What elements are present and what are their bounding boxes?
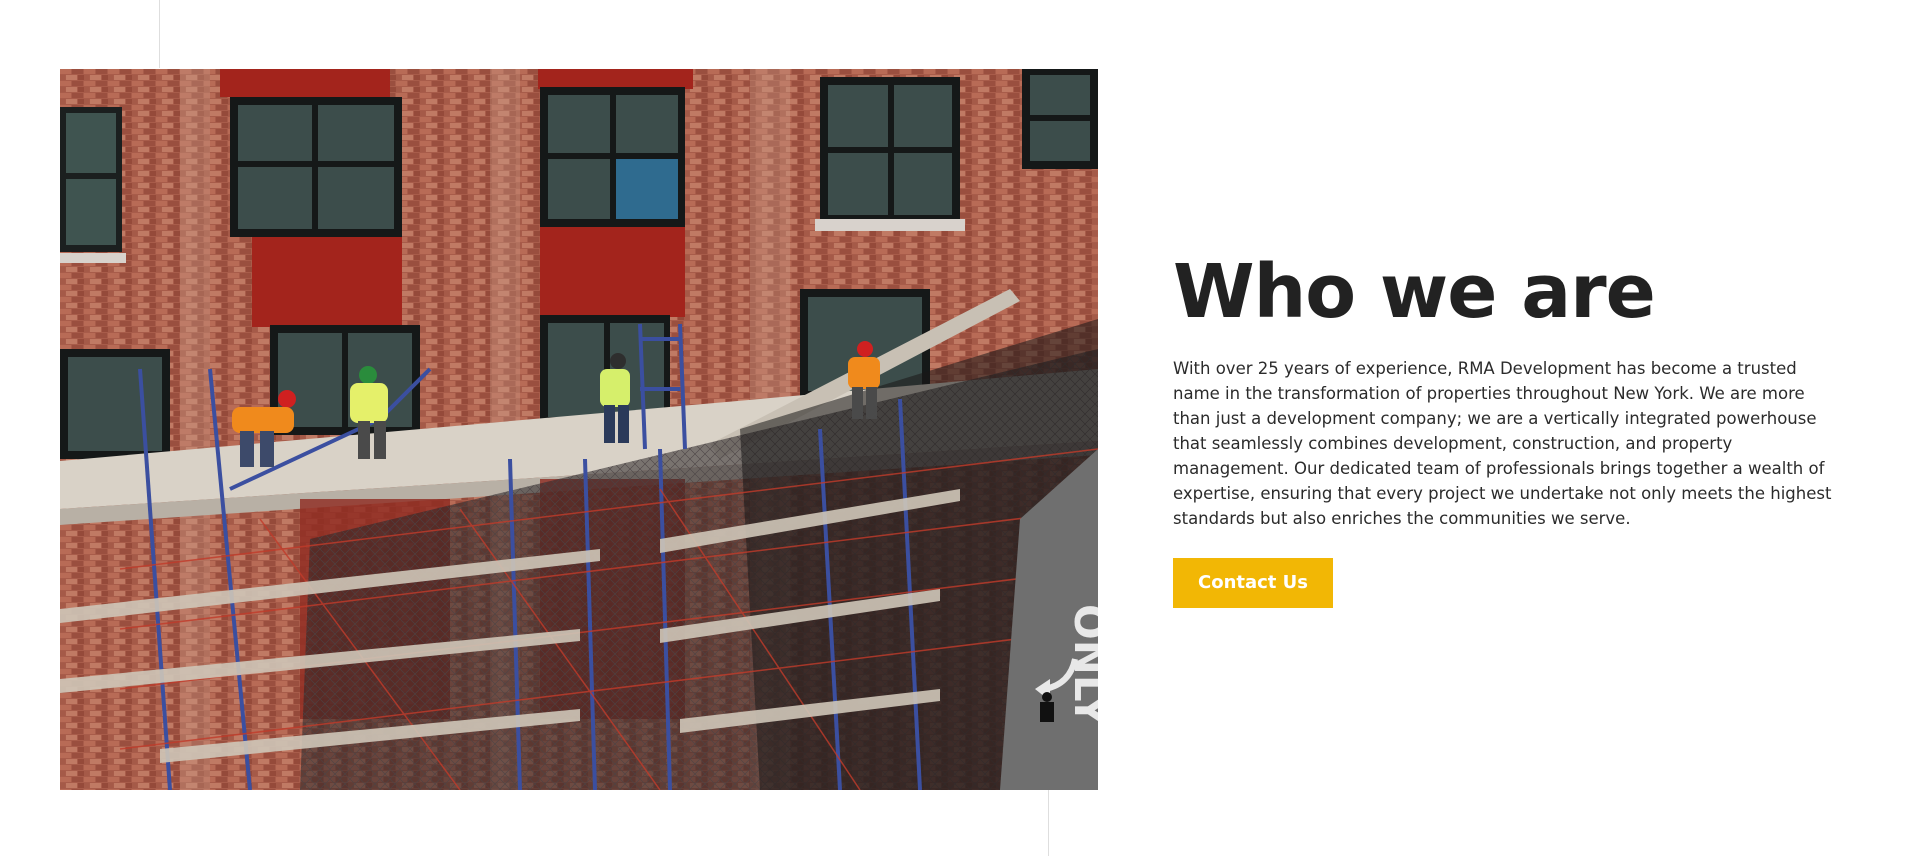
window-upper-2 [540,87,685,227]
decorative-divider-bottom [1048,790,1049,856]
pedestrian [1040,692,1054,722]
section-description: With over 25 years of experience, RMA De… [1173,359,1832,528]
window-upper-1 [230,97,402,237]
about-content: Who we are With over 25 years of experie… [1173,250,1853,608]
window-upper-3 [820,77,960,222]
road-marking-text: ONLY [1065,604,1098,726]
window-upper-4 [1022,69,1098,169]
construction-photo: ONLY [60,69,1098,790]
contact-us-button[interactable]: Contact Us [1173,558,1334,608]
who-we-are-section: ONLY Who we are With over 25 years of ex… [0,0,1920,856]
decorative-divider-top [159,0,160,68]
window-upper-left [60,107,122,252]
section-title: Who we are [1173,249,1656,335]
